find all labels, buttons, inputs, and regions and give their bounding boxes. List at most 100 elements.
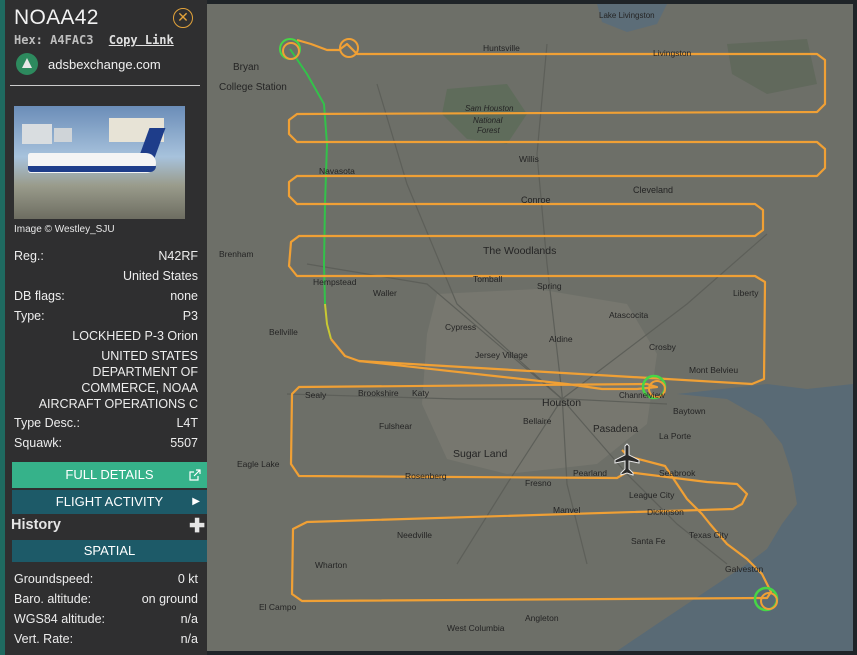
place-label: Livingston [653, 48, 692, 58]
place-label: Brookshire [358, 388, 399, 398]
sidebar-header: NOAA42 ✕ Hex: A4FAC3 Copy Link adsbexcha… [5, 0, 207, 75]
flight-activity-label: FLIGHT ACTIVITY [55, 494, 164, 509]
aircraft-photo[interactable] [14, 106, 185, 219]
place-label: Sugar Land [453, 448, 507, 460]
history-label: History [11, 517, 61, 533]
baro-altitude-row: Baro. altitude: on ground [14, 592, 198, 608]
typedesc-value: L4T [176, 416, 198, 430]
place-label: National [473, 116, 503, 125]
place-label: Needville [397, 530, 432, 540]
place-label: Brenham [219, 249, 254, 259]
operator-line: COMMERCE, NOAA [81, 381, 198, 395]
dbflags-value: none [170, 289, 198, 303]
place-label: Baytown [673, 406, 706, 416]
place-label: Hempstead [313, 277, 357, 287]
place-label: Houston [542, 397, 581, 409]
squawk-row: Squawk: 5507 [14, 436, 198, 452]
squawk-label: Squawk: [14, 436, 62, 450]
place-label: Galveston [725, 564, 764, 574]
place-label: Channelview [619, 391, 665, 400]
copy-link[interactable]: Copy Link [109, 33, 174, 47]
full-details-label: FULL DETAILS [65, 467, 154, 482]
full-details-button[interactable]: FULL DETAILS [12, 462, 207, 488]
hex-label: Hex: [14, 33, 43, 47]
expand-plus-icon[interactable]: ✚ [189, 515, 205, 538]
forest-area [727, 39, 817, 94]
place-label: Eagle Lake [237, 459, 280, 469]
operator-value: UNITED STATES DEPARTMENT OF COMMERCE, NO… [14, 348, 198, 412]
place-label: El Campo [259, 602, 297, 612]
wgs84-altitude-row: WGS84 altitude: n/a [14, 612, 198, 628]
divider [10, 85, 200, 86]
type-label: Type: [14, 309, 45, 323]
reg-label: Reg.: [14, 249, 44, 263]
adsbexchange-logo-icon [16, 53, 38, 75]
spatial-tab[interactable]: SPATIAL [12, 540, 207, 562]
place-label: Waller [373, 288, 397, 298]
flight-activity-button[interactable]: FLIGHT ACTIVITY ▶ [12, 490, 207, 514]
place-label: Angleton [525, 613, 559, 623]
place-label: Navasota [319, 166, 355, 176]
place-label: The Woodlands [483, 245, 556, 257]
groundspeed-row: Groundspeed: 0 kt [14, 572, 198, 588]
flight-track-transition [324, 303, 332, 340]
aircraft-sidebar: NOAA42 ✕ Hex: A4FAC3 Copy Link adsbexcha… [0, 0, 207, 655]
place-label: Manvel [553, 505, 581, 515]
place-label: Sam Houston [465, 104, 514, 113]
close-icon[interactable]: ✕ [173, 8, 193, 28]
history-section-header[interactable]: History ✚ [11, 516, 205, 537]
place-label: Fresno [525, 478, 552, 488]
place-label: Sealy [305, 390, 327, 400]
place-label: Bryan [233, 62, 259, 73]
place-label: League City [629, 490, 675, 500]
typedesc-row: Type Desc.: L4T [14, 416, 198, 432]
model-row: LOCKHEED P-3 Orion [14, 329, 198, 345]
site-name: adsbexchange.com [48, 56, 161, 72]
adsbexchange-link[interactable]: adsbexchange.com [14, 53, 199, 75]
vert-rate-row: Vert. Rate: n/a [14, 632, 198, 648]
map-view[interactable]: Lake Livingston Bryan College Station Hu… [207, 4, 853, 651]
operator-line: DEPARTMENT OF [92, 365, 198, 379]
baro-altitude-value: on ground [141, 592, 198, 606]
place-label: Fulshear [379, 421, 412, 431]
reg-value: N42RF [158, 249, 198, 263]
place-label: College Station [219, 82, 287, 93]
vert-rate-label: Vert. Rate: [14, 632, 74, 646]
place-label: Forest [477, 126, 500, 135]
map-canvas[interactable]: Lake Livingston Bryan College Station Hu… [207, 4, 853, 651]
operator-line: AIRCRAFT OPERATIONS C [38, 397, 198, 411]
place-label: Jersey Village [475, 350, 528, 360]
place-label: Spring [537, 281, 562, 291]
country-value: United States [122, 269, 198, 283]
place-label: Lake Livingston [599, 11, 655, 20]
model-value: LOCKHEED P-3 Orion [72, 329, 198, 343]
place-label: Aldine [549, 334, 573, 344]
vert-rate-value: n/a [180, 632, 198, 646]
place-label: Wharton [315, 560, 347, 570]
aircraft-marker-icon[interactable] [614, 443, 640, 476]
squawk-value: 5507 [170, 436, 198, 450]
hex-row: Hex: A4FAC3 Copy Link [14, 33, 199, 47]
place-label: Crosby [649, 342, 677, 352]
photo-credit: Image © Westley_SJU [14, 224, 115, 235]
typedesc-label: Type Desc.: [14, 416, 80, 430]
place-label: Tomball [473, 274, 502, 284]
galveston-bay-water [617, 384, 853, 651]
place-label: Bellaire [523, 416, 552, 426]
place-label: Liberty [733, 288, 759, 298]
wgs84-altitude-label: WGS84 altitude: [14, 612, 106, 626]
place-label: West Columbia [447, 623, 505, 633]
place-label: Dickinson [647, 507, 684, 517]
groundspeed-value: 0 kt [177, 572, 198, 586]
reg-row: Reg.: N42RF [14, 249, 198, 265]
place-label: Cypress [445, 322, 476, 332]
hex-value: A4FAC3 [50, 33, 94, 47]
place-label: Huntsville [483, 43, 520, 53]
type-row: Type: P3 [14, 309, 198, 325]
caret-right-icon: ▶ [192, 496, 200, 507]
external-link-icon [189, 469, 201, 481]
dbflags-row: DB flags: none [14, 289, 198, 305]
place-label: Rosenberg [405, 471, 447, 481]
place-label: Willis [519, 154, 539, 164]
place-label: Bellville [269, 327, 298, 337]
